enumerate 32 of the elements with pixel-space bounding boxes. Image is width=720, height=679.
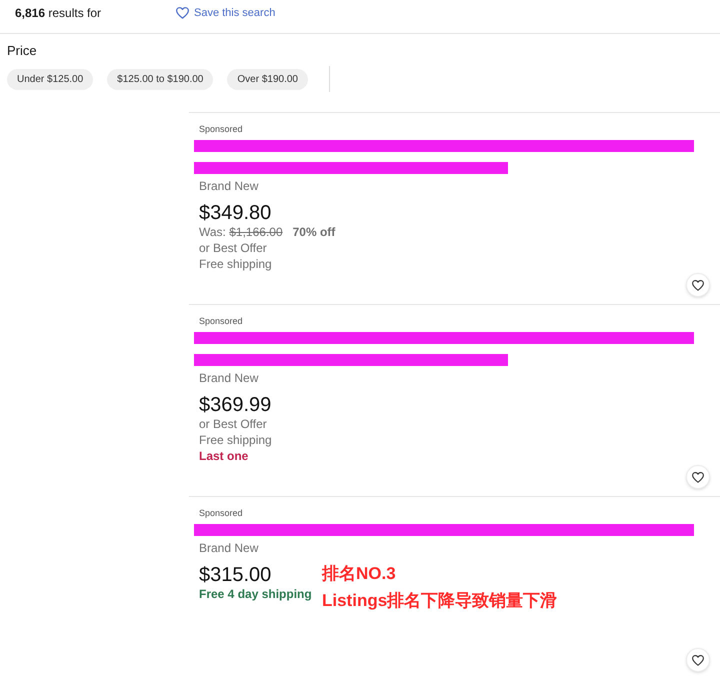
sponsored-label: Sponsored — [199, 315, 243, 327]
results-count: 6,816 results for — [15, 6, 102, 20]
original-price: Was: $1,166.00 — [199, 224, 283, 240]
favorite-button[interactable] — [686, 648, 710, 672]
heart-icon — [692, 280, 704, 290]
price-filter-chip[interactable]: Under $125.00 — [7, 68, 94, 90]
item-price: $315.00 — [199, 564, 272, 586]
annotation-text: 排名NO.3 — [322, 564, 396, 584]
favorite-button[interactable] — [686, 465, 710, 489]
discount-label: 70% off — [292, 224, 336, 240]
condition-label: Brand New — [199, 540, 258, 556]
best-offer-label: or Best Offer — [199, 416, 267, 432]
sponsored-label: Sponsored — [199, 123, 243, 135]
price-filter-chip[interactable]: $125.00 to $190.00 — [107, 68, 214, 90]
stock-note: Last one — [199, 448, 248, 464]
condition-label: Brand New — [199, 178, 258, 194]
shipping-label: Free shipping — [199, 432, 272, 448]
heart-icon — [692, 654, 704, 666]
item-price: $349.80 — [199, 202, 272, 224]
annotation-text: Listings排名下降导致销量下滑 — [322, 591, 558, 611]
filter-heading: Price — [7, 43, 37, 59]
heart-icon — [692, 472, 704, 482]
sponsored-label: Sponsored — [199, 507, 243, 519]
heart-icon — [176, 7, 189, 19]
save-search-link[interactable]: Save this search — [176, 6, 276, 20]
condition-label: Brand New — [199, 370, 258, 386]
best-offer-label: or Best Offer — [199, 240, 267, 256]
shipping-label: Free shipping — [199, 256, 272, 272]
favorite-button[interactable] — [686, 273, 710, 297]
shipping-label: Free 4 day shipping — [199, 586, 312, 602]
price-filter-chip[interactable]: Over $190.00 — [227, 68, 308, 90]
item-price: $369.99 — [199, 394, 272, 416]
